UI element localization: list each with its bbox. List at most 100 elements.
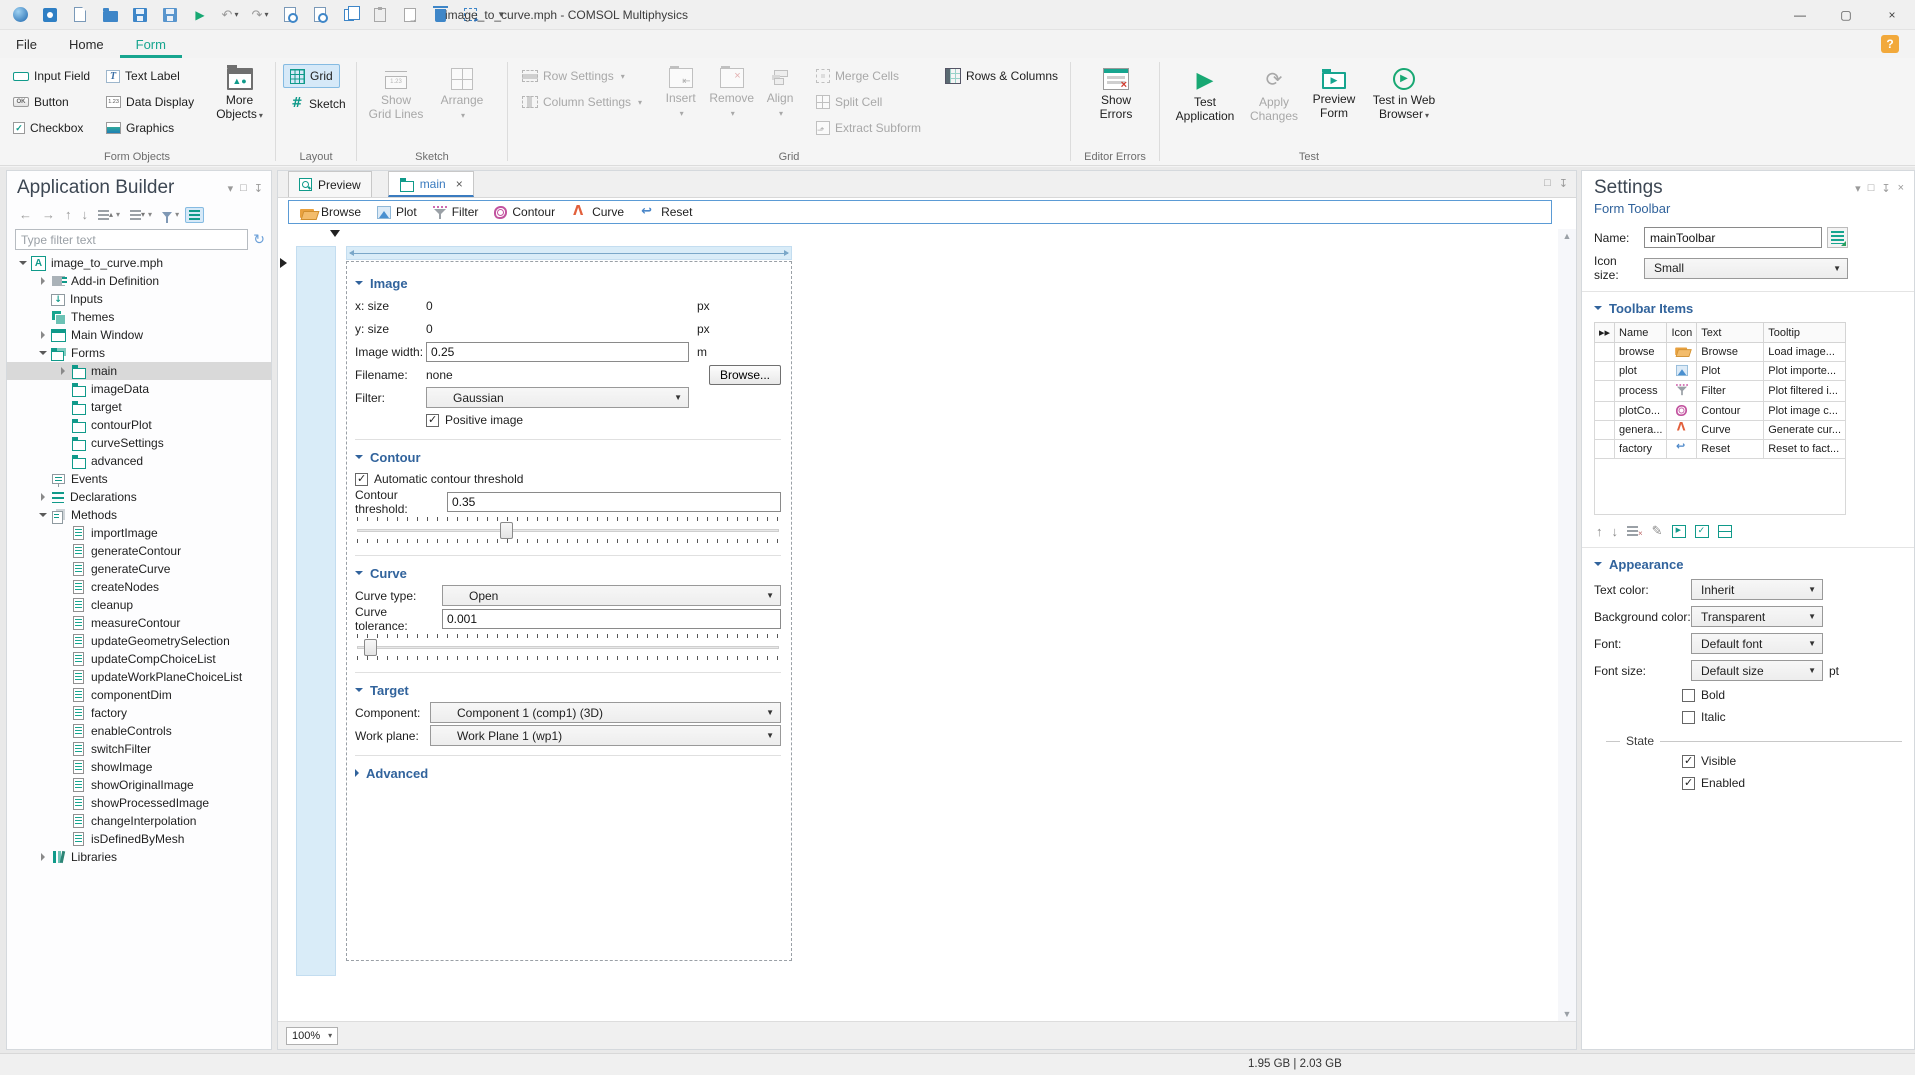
- browse-file-button[interactable]: Browse...: [708, 364, 781, 385]
- section-header-target[interactable]: Target: [355, 679, 781, 701]
- tree-filter-input[interactable]: [15, 229, 249, 250]
- text-color-combo[interactable]: Inherit ▼: [1691, 579, 1823, 600]
- tree-item-forms[interactable]: Forms: [7, 344, 271, 362]
- editor-pin-icon[interactable]: ↧: [1559, 177, 1568, 190]
- tree-item-advanced[interactable]: advanced: [7, 452, 271, 470]
- item-icon-cell[interactable]: [1666, 361, 1698, 381]
- component-combo[interactable]: Component 1 (comp1) (3D) ▼: [430, 702, 781, 723]
- slider-handle[interactable]: [363, 639, 377, 656]
- tree-item-generatecontour[interactable]: generateContour: [7, 542, 271, 560]
- tree-item-createnodes[interactable]: createNodes: [7, 578, 271, 596]
- item-tooltip-cell[interactable]: Plot filtered i...: [1763, 380, 1846, 402]
- expand-all-icon[interactable]: ▴ ▾: [94, 207, 124, 223]
- panel-float-icon[interactable]: □: [240, 182, 247, 195]
- form-toolbar-plot-button[interactable]: Plot: [370, 202, 424, 222]
- tree-item-main-window[interactable]: Main Window: [7, 326, 271, 344]
- data-display-button[interactable]: 1.23 Data Display: [99, 90, 201, 114]
- panel-pin-icon[interactable]: ↧: [254, 182, 263, 195]
- item-text-cell[interactable]: Browse: [1696, 342, 1765, 362]
- contour-threshold-input[interactable]: [447, 491, 781, 512]
- rows-columns-button[interactable]: Rows & Columns: [938, 64, 1065, 88]
- edit-row-icon[interactable]: ✎: [1652, 523, 1663, 539]
- tree-expander-icon[interactable]: [35, 331, 51, 339]
- preview-all-icon[interactable]: [310, 5, 330, 25]
- tree-item-events[interactable]: Events: [7, 470, 271, 488]
- tree-item-add-in-definition[interactable]: Add-in Definition: [7, 272, 271, 290]
- form-toolbar-filter-button[interactable]: Filter: [426, 202, 486, 222]
- toolbar-item-row[interactable]: process Filter Plot filtered i...: [1593, 380, 1846, 402]
- tree-item-isdefinedbymesh[interactable]: isDefinedByMesh: [7, 830, 271, 848]
- tree-item-methods[interactable]: Methods: [7, 506, 271, 524]
- curve-tolerance-slider[interactable]: [355, 632, 781, 662]
- background-color-combo[interactable]: Transparent ▼: [1691, 606, 1823, 627]
- help-button[interactable]: ?: [1881, 35, 1899, 53]
- item-text-cell[interactable]: Reset: [1696, 439, 1765, 459]
- tree-item-showoriginalimage[interactable]: showOriginalImage: [7, 776, 271, 794]
- toolbar-item-row[interactable]: plot Plot Plot importe...: [1593, 361, 1846, 381]
- panel-menu-icon[interactable]: ▾: [228, 182, 234, 195]
- move-down-icon[interactable]: ↓: [78, 204, 93, 225]
- move-down-icon[interactable]: ↓: [1612, 524, 1619, 539]
- more-objects-button[interactable]: MoreObjects▾: [209, 64, 270, 140]
- run-icon[interactable]: ▶: [190, 5, 210, 25]
- row-handle[interactable]: [1593, 401, 1616, 421]
- scroll-up-icon[interactable]: ▲: [1558, 231, 1576, 241]
- preview-form-button[interactable]: PreviewForm: [1305, 64, 1363, 140]
- input-field-button[interactable]: Input Field: [6, 64, 97, 88]
- undo-icon[interactable]: ↶ ▾: [220, 5, 240, 25]
- grid-row-header[interactable]: [296, 246, 336, 976]
- panel-menu-icon[interactable]: ▾: [1855, 182, 1861, 195]
- item-type-toggle-icon[interactable]: [1694, 524, 1709, 538]
- move-up-icon[interactable]: ↑: [61, 204, 76, 225]
- item-name-cell[interactable]: factory: [1614, 439, 1668, 459]
- copy-icon[interactable]: [340, 5, 360, 25]
- tab-file[interactable]: File: [0, 30, 53, 58]
- tree-item-updateworkplanechoicelist[interactable]: updateWorkPlaneChoiceList: [7, 668, 271, 686]
- section-header-appearance[interactable]: Appearance: [1582, 552, 1914, 576]
- item-text-cell[interactable]: Contour: [1696, 401, 1765, 421]
- visible-checkbox[interactable]: [1682, 754, 1695, 768]
- form-toolbar-curve-button[interactable]: Curve: [564, 202, 631, 222]
- tree-item-updategeometryselection[interactable]: updateGeometrySelection: [7, 632, 271, 650]
- grid-column-header[interactable]: [346, 246, 792, 260]
- slider-handle[interactable]: [499, 522, 513, 539]
- tree-item-imagedata[interactable]: imageData: [7, 380, 271, 398]
- row-handle[interactable]: [1593, 380, 1616, 402]
- form-toolbar-object[interactable]: Browse Plot Filter Contour Curve Reset: [288, 200, 1552, 224]
- graphics-button[interactable]: Graphics: [99, 116, 201, 140]
- show-all-toggle-icon[interactable]: [185, 206, 205, 223]
- text-column-header[interactable]: Text: [1696, 322, 1765, 343]
- tree-expander-icon[interactable]: [55, 367, 71, 375]
- tab-form[interactable]: Form: [119, 30, 182, 58]
- form-toolbar-contour-button[interactable]: Contour: [487, 202, 562, 222]
- new-file-icon[interactable]: [70, 5, 90, 25]
- panel-close-icon[interactable]: ×: [1898, 182, 1904, 195]
- redo-icon[interactable]: ↷ ▾: [250, 5, 270, 25]
- back-icon[interactable]: ←: [15, 204, 36, 225]
- item-tooltip-cell[interactable]: Generate cur...: [1763, 420, 1846, 440]
- item-name-cell[interactable]: process: [1614, 380, 1668, 402]
- section-header-image[interactable]: Image: [355, 272, 781, 294]
- form-toolbar-browse-button[interactable]: Browse: [293, 202, 368, 222]
- maximize-button[interactable]: ▢: [1823, 0, 1869, 30]
- tree-item-switchfilter[interactable]: switchFilter: [7, 740, 271, 758]
- panel-pin-icon[interactable]: ↧: [1881, 182, 1890, 195]
- filter-combo[interactable]: Gaussian ▼: [426, 387, 689, 408]
- tab-home[interactable]: Home: [53, 30, 120, 58]
- tree-expander-icon[interactable]: [15, 261, 31, 265]
- name-column-header[interactable]: Name: [1614, 322, 1668, 343]
- tree-item-showprocessedimage[interactable]: showProcessedImage: [7, 794, 271, 812]
- tree-item-inputs[interactable]: Inputs: [7, 290, 271, 308]
- item-text-cell[interactable]: Plot: [1696, 361, 1765, 381]
- item-icon-cell[interactable]: [1666, 401, 1698, 421]
- italic-checkbox[interactable]: [1682, 710, 1695, 724]
- text-label-button[interactable]: T Text Label: [99, 64, 201, 88]
- tree-item-showimage[interactable]: showImage: [7, 758, 271, 776]
- tree-item-cleanup[interactable]: cleanup: [7, 596, 271, 614]
- go-to-form-button[interactable]: [1827, 227, 1848, 248]
- auto-threshold-checkbox[interactable]: [355, 472, 368, 486]
- item-name-cell[interactable]: plot: [1614, 361, 1668, 381]
- toolbar-items-table[interactable]: ▸▸ Name Icon Text Tooltip browse Browse Lo…: [1593, 322, 1846, 459]
- tree-item-libraries[interactable]: Libraries: [7, 848, 271, 866]
- item-name-cell[interactable]: browse: [1614, 342, 1668, 362]
